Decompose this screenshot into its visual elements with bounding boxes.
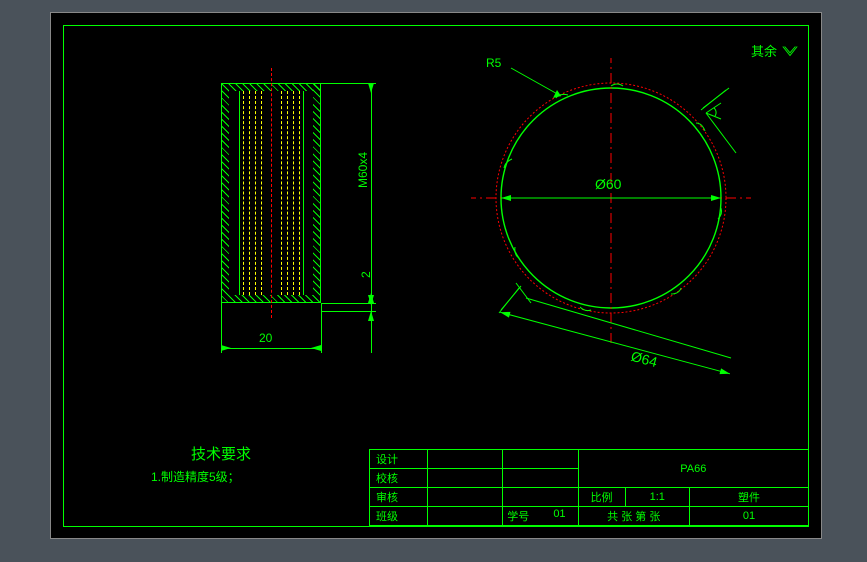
- tb-studentno-lbl: 学号: [507, 508, 529, 524]
- arrow-icon: [368, 311, 374, 321]
- tb-scale-val: 1:1: [625, 488, 689, 507]
- tech-req-line1: 1.制造精度5级；: [151, 468, 251, 485]
- circle-end-view: R5 Ø60 Ø64: [471, 58, 751, 338]
- centerline-v: [271, 68, 272, 318]
- surface-finish-note: 其余: [751, 41, 799, 60]
- tb-sheet-no: 01: [689, 507, 808, 526]
- thread-line: [243, 91, 244, 295]
- callout-r5: R5: [486, 56, 501, 70]
- thread-line: [287, 91, 288, 295]
- dim-2: 2: [359, 271, 373, 278]
- tech-req-title: 技术要求: [191, 443, 251, 464]
- title-block: 设计 PA66 校核 审核 比例 1:1 塑件 班级 学号 01 共 张 第 张: [369, 449, 809, 526]
- thread-line: [299, 91, 300, 295]
- thread-line: [255, 91, 256, 295]
- inner-line: [303, 91, 304, 295]
- tb-cell: [503, 450, 578, 469]
- arrow-icon: [368, 83, 374, 93]
- arrow-icon: [368, 295, 374, 305]
- thread-line: [281, 91, 282, 295]
- thread-line: [261, 91, 262, 295]
- arrow-icon: [221, 345, 231, 351]
- thread-line: [293, 91, 294, 295]
- surface-finish-label: 其余: [751, 41, 777, 60]
- tb-review-lbl: 审核: [370, 488, 428, 507]
- surface-symbol-icon: [781, 44, 799, 58]
- tb-studentno-val: 01: [553, 508, 573, 520]
- tb-scale-lbl: 比例: [578, 488, 625, 507]
- dim-20: 20: [259, 331, 272, 345]
- tb-check-lbl: 校核: [370, 469, 428, 488]
- arrow-icon: [311, 345, 321, 351]
- tb-part-type: 塑件: [689, 488, 808, 507]
- dim-phi60: Ø60: [595, 176, 621, 192]
- drawing-canvas: 其余 20 M60x4: [50, 12, 822, 539]
- technical-requirements: 技术要求 1.制造精度5级；: [151, 443, 251, 485]
- thread-line: [249, 91, 250, 295]
- dim-m60x4: M60x4: [356, 152, 370, 188]
- tb-design-lbl: 设计: [370, 450, 428, 469]
- circle-svg: [471, 58, 751, 378]
- tb-cell: [427, 469, 502, 488]
- tb-cell: [427, 507, 502, 526]
- tb-cell: [427, 488, 502, 507]
- tb-cell: 学号 01: [503, 507, 578, 526]
- tb-design-val: [427, 450, 502, 469]
- tb-cell: [503, 488, 578, 507]
- dim-m60-line: [371, 83, 372, 303]
- dim-20-line: [221, 348, 321, 349]
- tb-material: PA66: [578, 450, 808, 488]
- inner-line: [239, 91, 240, 295]
- tb-class-lbl: 班级: [370, 507, 428, 526]
- tb-sheet-text: 共 张 第 张: [578, 507, 689, 526]
- tb-cell: [503, 469, 578, 488]
- thread-section-view: [221, 83, 321, 303]
